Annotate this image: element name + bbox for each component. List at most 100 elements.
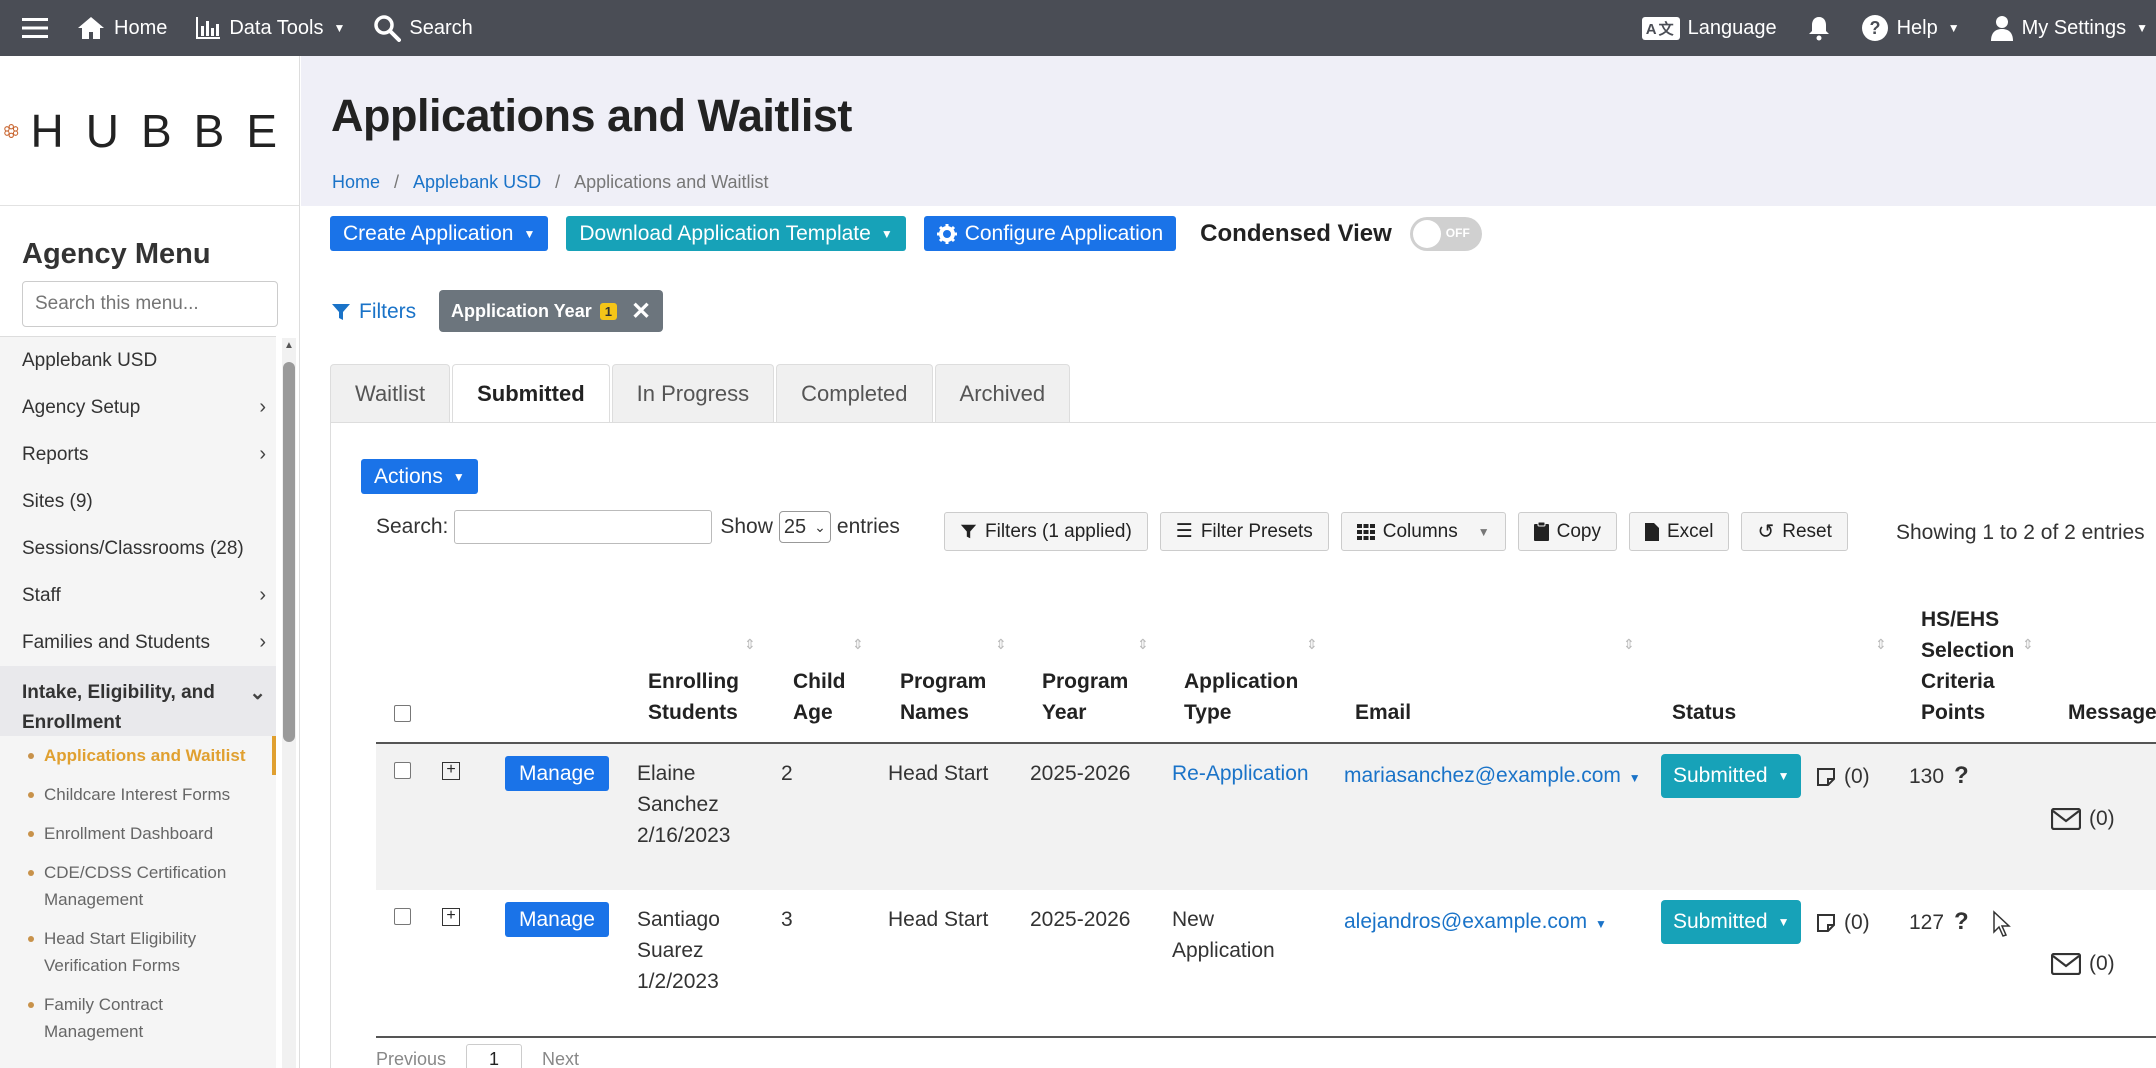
cell-age: 3 (781, 908, 793, 931)
header-status[interactable]: Status (1672, 697, 1736, 728)
header-program-names[interactable]: Program Names (900, 666, 1000, 728)
scroll-up-arrow-icon[interactable]: ▲ (284, 340, 294, 351)
status-dropdown[interactable]: Submitted ▼ (1661, 754, 1802, 798)
header-child-age[interactable]: Child Age (793, 666, 863, 728)
status-dropdown[interactable]: Submitted ▼ (1661, 900, 1802, 944)
sort-icon[interactable]: ⇕ (744, 636, 756, 653)
header-selection-points[interactable]: HS/EHS Selection Criteria Points (1921, 604, 2031, 728)
menu-item-applebank-usd[interactable]: Applebank USD (0, 337, 276, 384)
sub-item-cde-cdss-certification[interactable]: CDE/CDSS Certification Management (0, 853, 276, 919)
sort-icon[interactable]: ⇕ (2022, 636, 2034, 653)
entries-per-page-select[interactable]: 25 ⌄ (778, 511, 831, 543)
application-type-link[interactable]: Re-Application (1172, 758, 1309, 789)
tab-archived[interactable]: Archived (934, 364, 1071, 423)
nav-search[interactable]: Search (373, 14, 473, 42)
row-checkbox[interactable] (394, 762, 411, 779)
search-icon (374, 15, 402, 42)
copy-button[interactable]: Copy (1517, 512, 1617, 551)
undo-icon: ↺ (1757, 521, 1775, 543)
sort-icon[interactable]: ⇕ (1875, 636, 1887, 653)
tab-submitted[interactable]: Submitted (452, 364, 610, 423)
status-value: Submitted (1673, 910, 1768, 933)
sort-icon[interactable]: ⇕ (995, 636, 1007, 653)
breadcrumb-home[interactable]: Home (332, 172, 380, 193)
header-program-year[interactable]: Program Year (1042, 666, 1142, 728)
condensed-view-toggle[interactable]: OFF (1409, 216, 1482, 251)
columns-button[interactable]: Columns ▼ (1340, 512, 1506, 551)
manage-button[interactable]: Manage (505, 756, 609, 791)
nav-data-tools[interactable]: Data Tools ▼ (195, 16, 345, 40)
notes-button[interactable]: (0) (1816, 765, 1870, 789)
sort-icon[interactable]: ⇕ (1623, 636, 1635, 653)
filters-link[interactable]: Filters (331, 300, 416, 324)
sidebar-scrollbar[interactable]: ▲ (282, 338, 296, 1068)
filters-applied-button[interactable]: Filters (1 applied) (944, 512, 1148, 551)
tab-in-progress[interactable]: In Progress (611, 364, 775, 423)
excel-button[interactable]: Excel (1628, 512, 1730, 551)
filter-presets-button[interactable]: ☰ Filter Presets (1159, 512, 1329, 551)
nav-home[interactable]: Home (76, 15, 167, 41)
scrollbar-thumb[interactable] (283, 362, 295, 742)
expand-row-icon[interactable]: + (442, 762, 460, 780)
sort-icon[interactable]: ⇕ (1306, 636, 1318, 653)
tab-waitlist[interactable]: Waitlist (330, 364, 451, 423)
bullet-icon (28, 831, 34, 837)
pagination-previous[interactable]: Previous (376, 1049, 446, 1068)
menu-item-sessions-classrooms[interactable]: Sessions/Classrooms (28) (0, 525, 276, 572)
nav-language[interactable]: A文 Language (1641, 16, 1777, 40)
menu-item-intake-eligibility-enrollment[interactable]: Intake, Eligibility, and Enrollment ⌄ (0, 666, 276, 736)
sort-icon[interactable]: ⇕ (1137, 636, 1149, 653)
header-enrolling-students[interactable]: Enrolling Students (648, 666, 758, 728)
menu-item-agency-setup[interactable]: Agency Setup › (0, 384, 276, 431)
header-email[interactable]: Email (1355, 697, 1411, 728)
header-messages[interactable]: Messages (2068, 697, 2156, 728)
user-icon (1990, 16, 2013, 41)
notifications-button[interactable] (1807, 15, 1831, 41)
tab-completed[interactable]: Completed (776, 364, 933, 423)
select-all-checkbox[interactable] (394, 705, 411, 722)
manage-button[interactable]: Manage (505, 902, 609, 937)
email-dropdown[interactable]: alejandros@example.com ▼ (1344, 906, 1607, 940)
menu-search-input[interactable] (22, 281, 278, 327)
sub-item-applications-waitlist[interactable]: Applications and Waitlist (0, 736, 276, 775)
email-dropdown[interactable]: mariasanchez@example.com ▼ (1344, 760, 1641, 794)
question-icon[interactable]: ? (1954, 908, 1969, 935)
filters-link-label: Filters (359, 300, 417, 323)
hubbe-logo[interactable]: HUBBE (0, 56, 299, 206)
menu-item-staff[interactable]: Staff › (0, 572, 276, 619)
sticky-note-icon (1817, 768, 1835, 786)
breadcrumb-applebank-usd[interactable]: Applebank USD (413, 172, 541, 193)
nav-my-settings[interactable]: My Settings ▼ (1990, 15, 2148, 41)
row-checkbox[interactable] (394, 908, 411, 925)
menu-item-reports[interactable]: Reports › (0, 431, 276, 478)
create-application-button[interactable]: Create Application ▼ (330, 216, 549, 251)
cell-year: 2025-2026 (1030, 908, 1131, 931)
question-icon[interactable]: ? (1954, 762, 1969, 789)
status-value: Submitted (1673, 764, 1768, 787)
cell-program: Head Start (888, 762, 989, 785)
sub-item-head-start-eligibility[interactable]: Head Start Eligibility Verification Form… (0, 919, 276, 985)
sub-item-family-contract-management[interactable]: Family Contract Management (0, 985, 276, 1051)
configure-application-button[interactable]: Configure Application (923, 216, 1177, 251)
sub-item-childcare-interest-forms[interactable]: Childcare Interest Forms (0, 775, 276, 814)
download-template-button[interactable]: Download Application Template ▼ (566, 216, 906, 251)
header-application-type[interactable]: Application Type (1184, 666, 1314, 728)
menu-item-label: Families and Students (22, 631, 210, 653)
pagination-page[interactable]: 1 (466, 1044, 523, 1068)
sort-icon[interactable]: ⇕ (852, 636, 864, 653)
notes-button[interactable]: (0) (1816, 911, 1870, 935)
sub-item-enrollment-dashboard[interactable]: Enrollment Dashboard (0, 814, 276, 853)
reset-button[interactable]: ↺ Reset (1741, 512, 1848, 551)
table-search-input[interactable] (454, 510, 713, 544)
breadcrumb-separator: / (394, 172, 400, 192)
actions-button[interactable]: Actions ▼ (361, 459, 478, 494)
menu-item-sites[interactable]: Sites (9) (0, 478, 276, 525)
pagination-next[interactable]: Next (542, 1049, 579, 1068)
close-icon[interactable]: ✕ (631, 297, 651, 326)
messages-button[interactable]: (0) (2051, 807, 2115, 831)
menu-item-families-students[interactable]: Families and Students › (0, 619, 276, 666)
expand-row-icon[interactable]: + (442, 908, 460, 926)
messages-button[interactable]: (0) (2051, 952, 2115, 976)
nav-help[interactable]: ? Help ▼ (1861, 14, 1960, 42)
hamburger-menu-button[interactable] (22, 17, 48, 39)
